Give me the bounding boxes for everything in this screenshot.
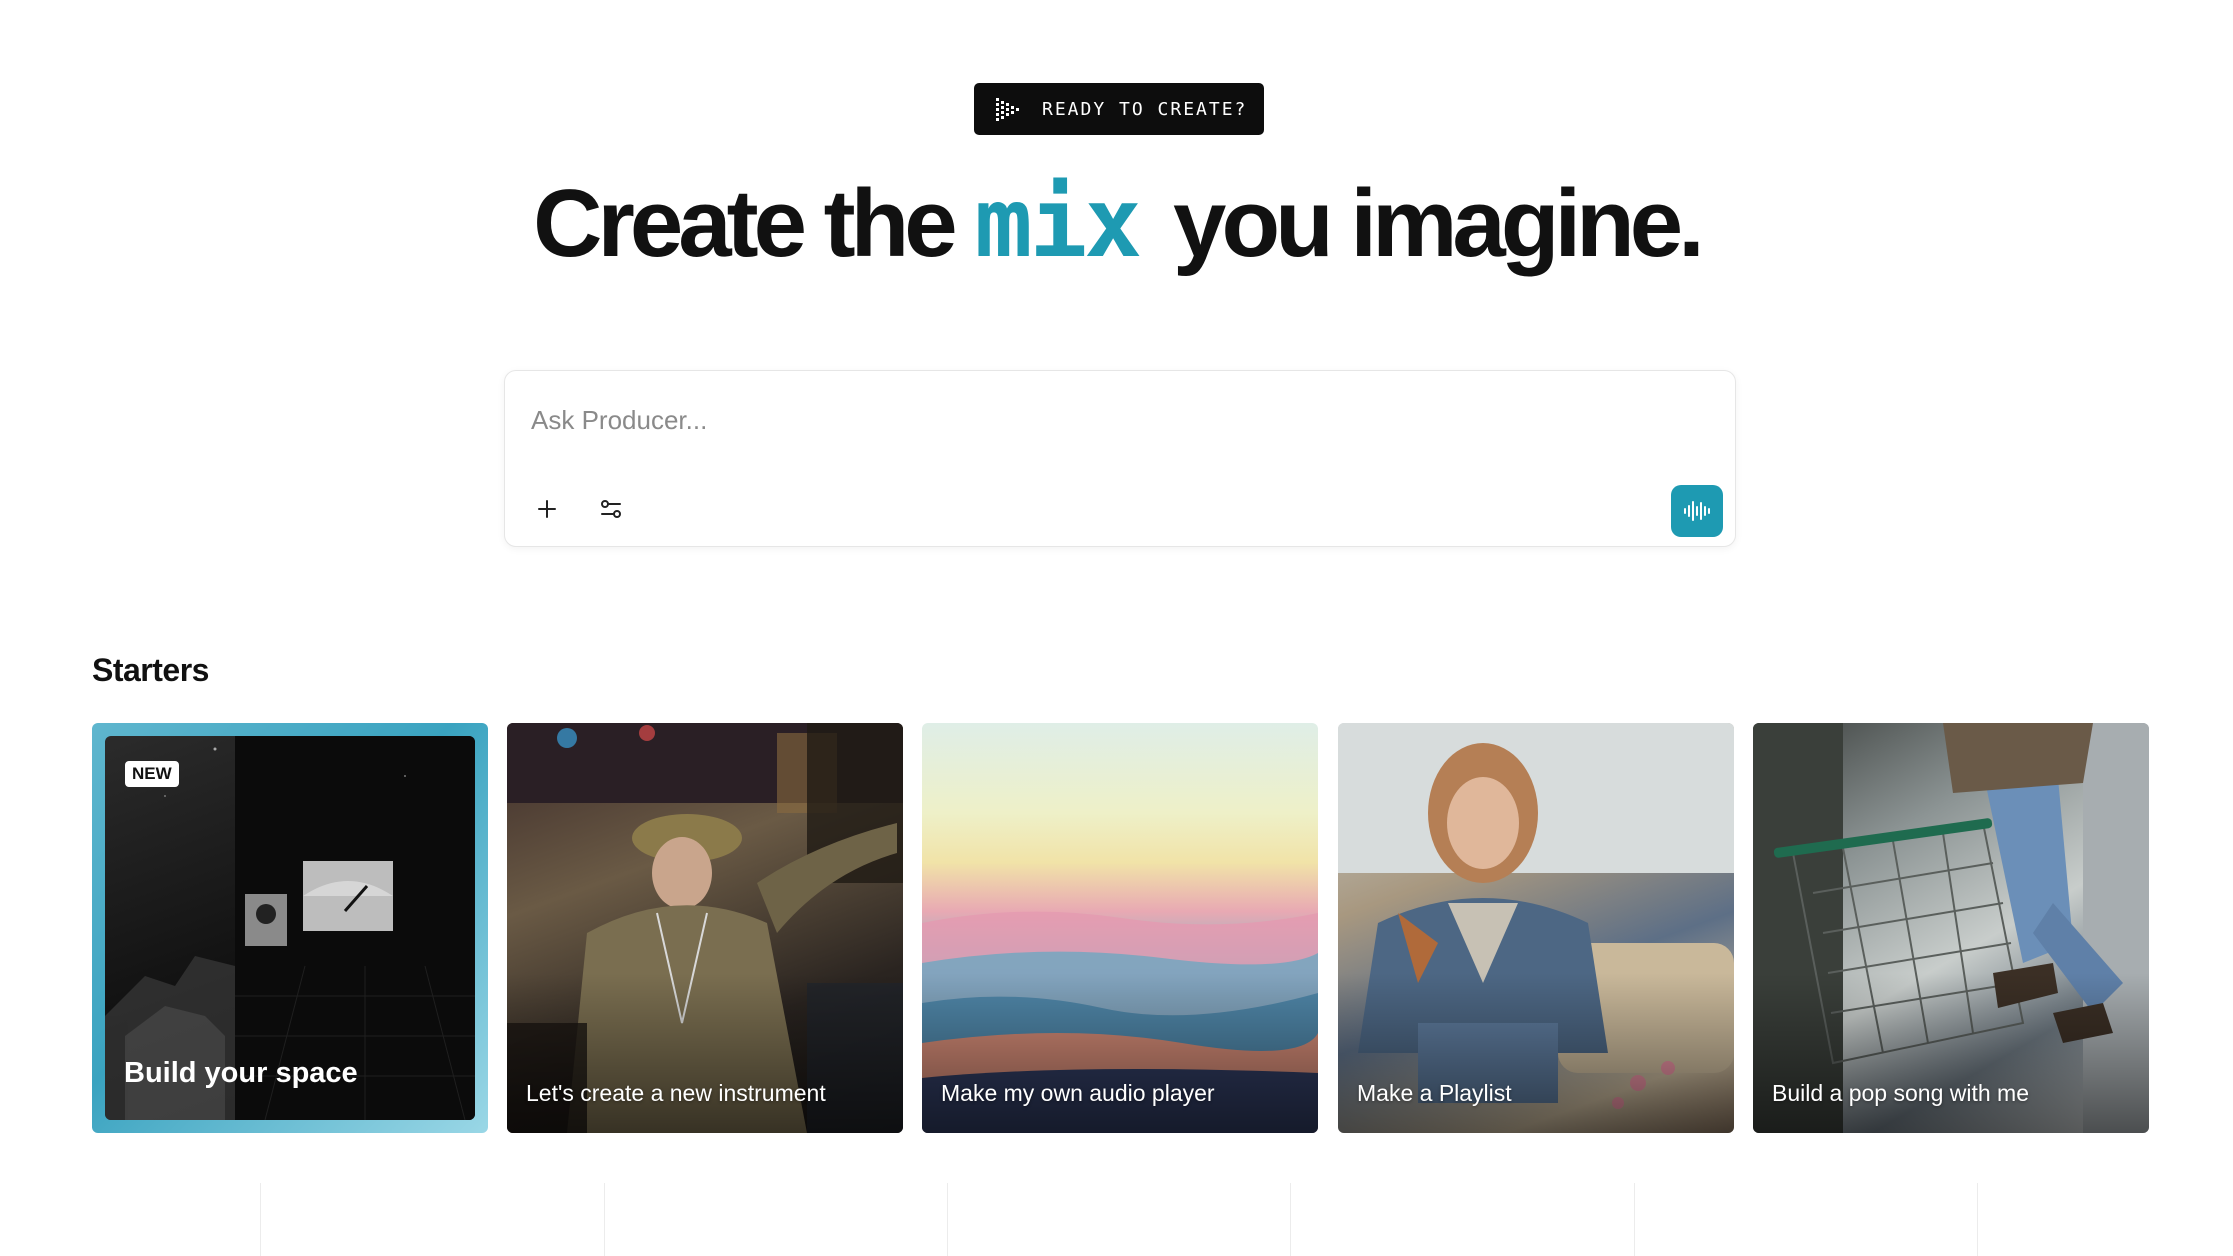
card-label: Make a Playlist	[1357, 1080, 1512, 1106]
card-label: Make my own audio player	[941, 1080, 1215, 1106]
divider	[1290, 1183, 1291, 1256]
card-label: Build your space	[124, 1057, 358, 1089]
card-shade	[1338, 973, 1734, 1133]
card-shade	[922, 973, 1318, 1133]
voice-button[interactable]	[1671, 485, 1723, 537]
headline-before: Create the	[533, 170, 957, 277]
pixel-play-icon	[996, 98, 1019, 121]
card-label: Let's create a new instrument	[526, 1080, 826, 1106]
headline-accent: mix	[974, 167, 1142, 279]
card-shade	[507, 973, 903, 1133]
page-title: Create the mix you imagine.	[0, 168, 2233, 279]
starter-card-pop-song[interactable]: Build a pop song with me	[1753, 723, 2149, 1133]
divider	[260, 1183, 261, 1256]
starter-card-build-space[interactable]: NEW Build your space	[92, 723, 488, 1133]
starter-card-audio-player[interactable]: Make my own audio player	[922, 723, 1318, 1133]
ready-badge: READY TO CREATE?	[974, 83, 1264, 135]
divider	[947, 1183, 948, 1256]
prompt-input[interactable]	[529, 401, 1633, 439]
add-button[interactable]	[527, 489, 567, 529]
starters-heading: Starters	[92, 652, 209, 688]
starter-card-playlist[interactable]: Make a Playlist	[1338, 723, 1734, 1133]
prompt-box	[504, 370, 1736, 547]
divider	[1977, 1183, 1978, 1256]
waveform-icon	[1684, 501, 1710, 521]
card-image: NEW Build your space	[105, 736, 475, 1120]
badge-label: READY TO CREATE?	[1042, 98, 1248, 120]
card-label: Build a pop song with me	[1772, 1080, 2029, 1106]
settings-button[interactable]	[591, 489, 631, 529]
sliders-icon	[601, 500, 621, 518]
divider	[1634, 1183, 1635, 1256]
plus-icon	[538, 500, 556, 518]
divider	[604, 1183, 605, 1256]
card-shade	[1753, 973, 2149, 1133]
headline-after: you imagine.	[1173, 170, 1705, 277]
new-badge: NEW	[125, 761, 179, 787]
starter-card-new-instrument[interactable]: Let's create a new instrument	[507, 723, 903, 1133]
